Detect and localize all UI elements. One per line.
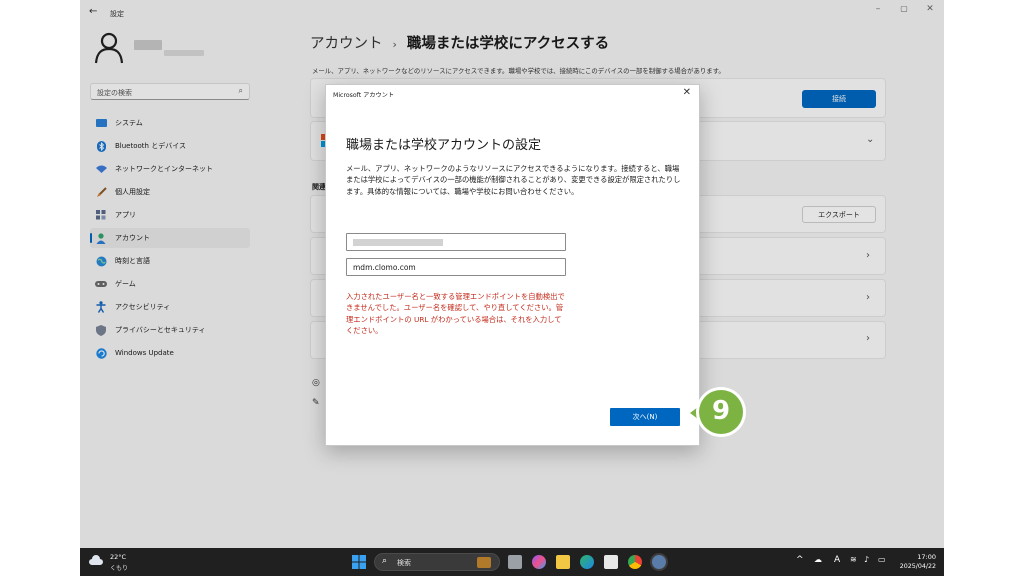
server-address-field[interactable]: mdm.clomo.com	[346, 258, 566, 276]
cloud-sync-icon[interactable]: ☁	[814, 555, 822, 564]
weather-temperature[interactable]: 22°C	[110, 553, 126, 561]
error-message: 入力されたユーザー名と一致する管理エンドポイントを自動検出できませんでした。ユー…	[346, 292, 565, 335]
file-explorer-icon[interactable]	[556, 555, 570, 569]
start-windows-icon[interactable]	[352, 555, 366, 569]
work-school-account-dialog: Microsoft アカウント ✕ 職場または学校アカウントの設定 メール、アプ…	[325, 84, 700, 446]
next-button[interactable]: 次へ(N)	[610, 408, 680, 426]
clock-time[interactable]: 17:00	[910, 553, 936, 561]
taskbar: 22°C くもり ⌕ 検索 ^ ☁ A ≋ ♪ ▭ 17:00 2025/04/…	[80, 548, 944, 576]
weather-condition[interactable]: くもり	[110, 563, 128, 572]
edge-browser-icon[interactable]	[580, 555, 594, 569]
settings-window: ← 設定 – ▢ ✕ 設定の検索 ⌕ システム Bluetooth とデバイス …	[80, 0, 944, 548]
step-number: 9	[711, 396, 731, 426]
taskbar-search-label: 検索	[397, 559, 411, 567]
copilot-icon[interactable]	[532, 555, 546, 569]
redacted-email-value	[353, 239, 443, 246]
dialog-description: メール、アプリ、ネットワークのようなリソースにアクセスできるようになります。接続…	[346, 164, 681, 196]
settings-gear-icon[interactable]	[652, 555, 666, 569]
dialog-heading: 職場または学校アカウントの設定	[346, 138, 542, 153]
battery-icon[interactable]: ▭	[878, 555, 886, 564]
taskbar-search-box[interactable]: ⌕ 検索	[374, 553, 500, 571]
ime-indicator[interactable]: A	[834, 555, 840, 565]
screen: ← 設定 – ▢ ✕ 設定の検索 ⌕ システム Bluetooth とデバイス …	[0, 0, 1024, 576]
dialog-window-title: Microsoft アカウント	[333, 92, 395, 99]
clock-date[interactable]: 2025/04/22	[896, 563, 936, 570]
server-address-value: mdm.clomo.com	[353, 263, 416, 272]
search-icon: ⌕	[382, 556, 388, 566]
search-highlight-icon	[477, 557, 491, 568]
email-field[interactable]	[346, 233, 566, 251]
store-icon[interactable]	[604, 555, 618, 569]
chrome-icon[interactable]	[628, 555, 642, 569]
chevron-up-icon[interactable]: ^	[796, 555, 804, 565]
task-view-icon[interactable]	[508, 555, 522, 569]
wifi-icon[interactable]: ≋	[850, 555, 857, 564]
dialog-close-icon[interactable]: ✕	[683, 87, 691, 98]
cloud-icon[interactable]	[89, 555, 103, 565]
volume-icon[interactable]: ♪	[864, 555, 869, 564]
